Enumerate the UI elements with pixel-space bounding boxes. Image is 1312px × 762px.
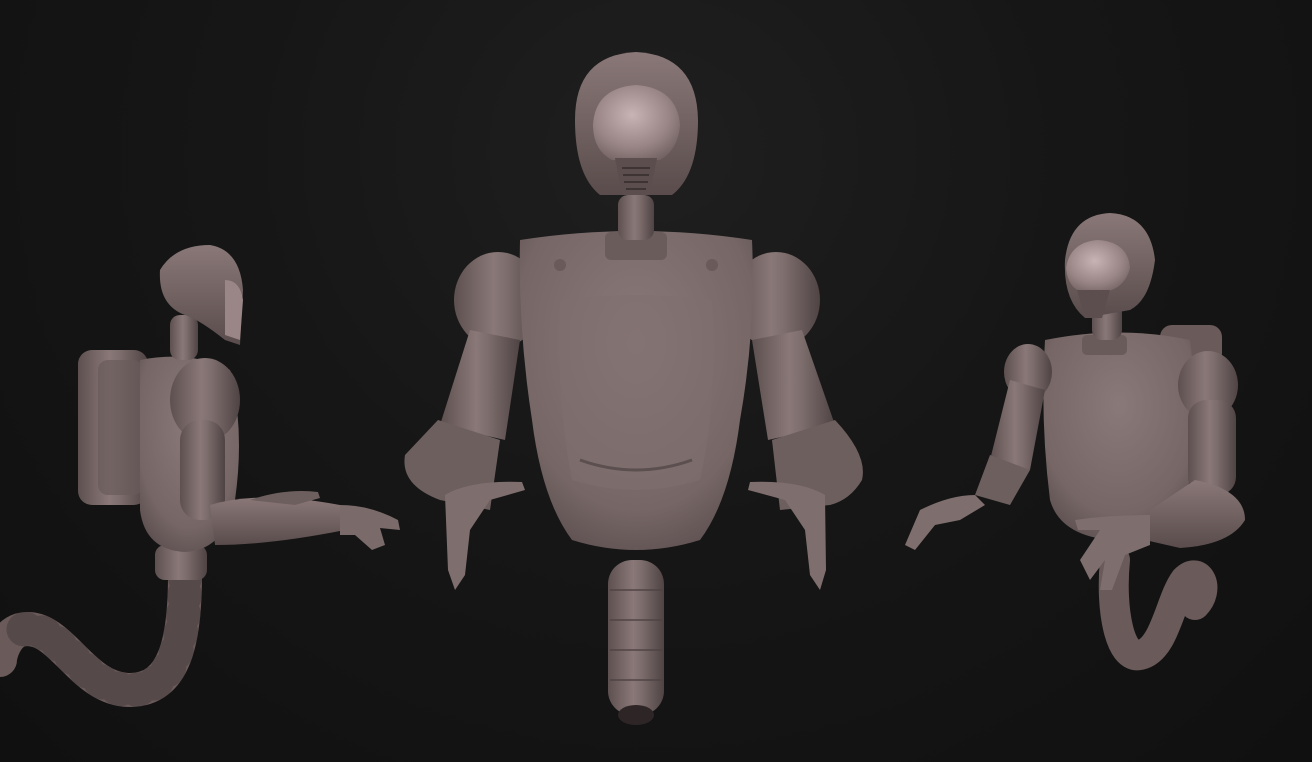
render-canvas	[0, 52, 1245, 725]
robot-side-view	[0, 245, 400, 708]
robot-three-quarter-view	[905, 213, 1245, 671]
robot-front-view	[404, 52, 863, 725]
render-viewport	[0, 0, 1312, 762]
